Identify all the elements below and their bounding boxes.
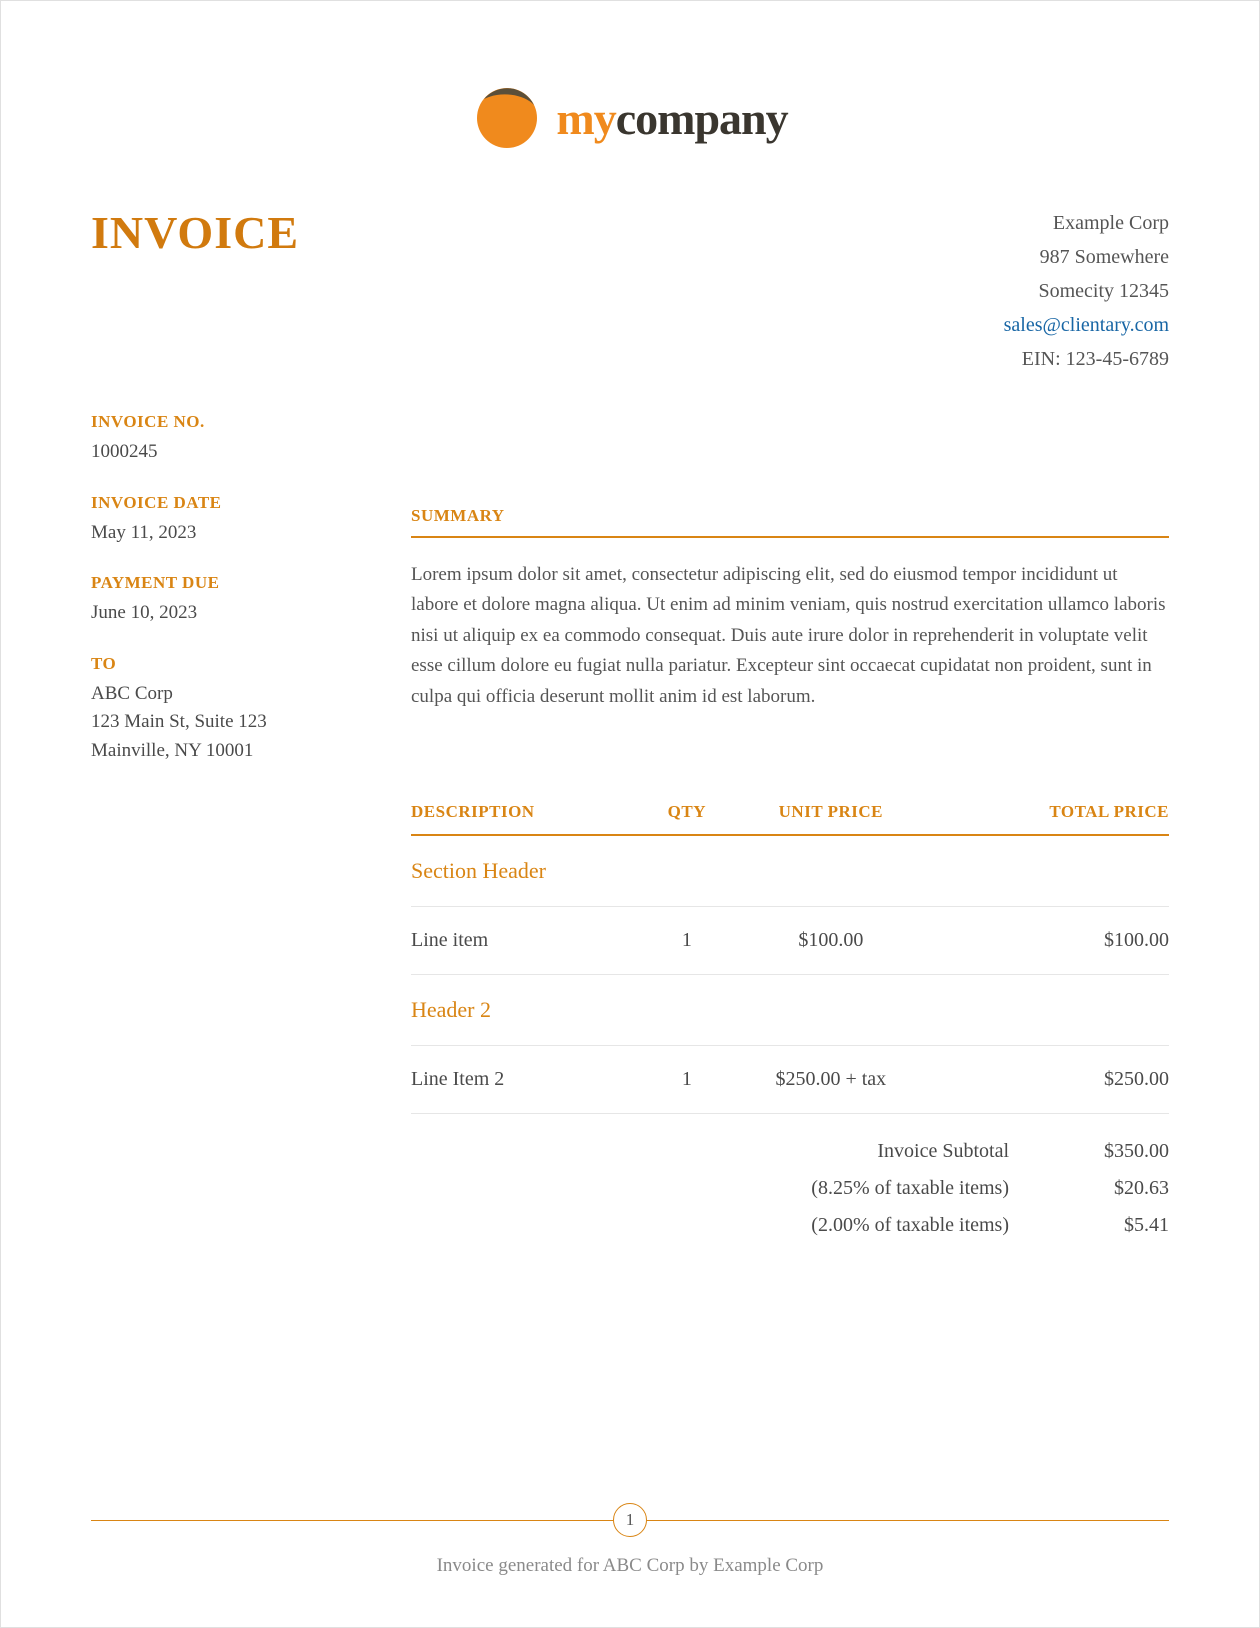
cell-unit-price: $100.00 (724, 906, 938, 974)
totals-row: (8.25% of taxable items)$20.63 (411, 1177, 1169, 1200)
meta-sidebar: INVOICE NO. 1000245 INVOICE DATE May 11,… (91, 386, 351, 1251)
totals-label: (8.25% of taxable items) (779, 1177, 1039, 1200)
table-row: Section Header (411, 835, 1169, 907)
section-header-cell: Section Header (411, 835, 1169, 907)
sender-city: Somecity 12345 (1004, 274, 1169, 308)
cell-description: Line Item 2 (411, 1045, 650, 1113)
cell-total-price: $250.00 (938, 1045, 1169, 1113)
invoice-no-value: 1000245 (91, 438, 351, 467)
footer-rule-right (646, 1520, 1169, 1521)
totals-label: Invoice Subtotal (779, 1140, 1039, 1163)
to-name: ABC Corp (91, 680, 351, 709)
sender-block: Example Corp 987 Somewhere Somecity 1234… (1004, 206, 1169, 376)
table-row: Line Item 21$250.00 + tax$250.00 (411, 1045, 1169, 1113)
document-title: INVOICE (91, 206, 299, 259)
payment-due-value: June 10, 2023 (91, 599, 351, 628)
logo-icon (472, 81, 542, 156)
col-total-price: TOTAL PRICE (938, 802, 1169, 835)
to-city: Mainville, NY 10001 (91, 737, 351, 766)
page-number: 1 (613, 1503, 647, 1537)
totals-amount: $350.00 (1039, 1140, 1169, 1163)
cell-description: Line item (411, 906, 650, 974)
logo-text-company: company (616, 93, 788, 144)
page-footer: 1 Invoice generated for ABC Corp by Exam… (91, 1503, 1169, 1577)
to-label: TO (91, 654, 351, 674)
cell-qty: 1 (650, 906, 724, 974)
logo-text-my: my (556, 93, 615, 144)
payment-due-label: PAYMENT DUE (91, 573, 351, 593)
company-logo: mycompany (472, 81, 787, 156)
invoice-date-value: May 11, 2023 (91, 519, 351, 548)
logo-area: mycompany (91, 81, 1169, 156)
invoice-date-label: INVOICE DATE (91, 493, 351, 513)
summary-heading: SUMMARY (411, 506, 1169, 538)
cell-total-price: $100.00 (938, 906, 1169, 974)
cell-qty: 1 (650, 1045, 724, 1113)
logo-text: mycompany (556, 92, 787, 145)
table-row: Line item1$100.00$100.00 (411, 906, 1169, 974)
table-row: Header 2 (411, 974, 1169, 1045)
col-unit-price: UNIT PRICE (724, 802, 938, 835)
totals-amount: $5.41 (1039, 1214, 1169, 1237)
sender-email[interactable]: sales@clientary.com (1004, 308, 1169, 342)
invoice-no-label: INVOICE NO. (91, 412, 351, 432)
line-items-table: DESCRIPTION QTY UNIT PRICE TOTAL PRICE S… (411, 802, 1169, 1114)
footer-rule-left (91, 1520, 614, 1521)
sender-street: 987 Somewhere (1004, 240, 1169, 274)
sender-ein: EIN: 123-45-6789 (1004, 342, 1169, 376)
totals-block: Invoice Subtotal$350.00(8.25% of taxable… (411, 1140, 1169, 1237)
totals-amount: $20.63 (1039, 1177, 1169, 1200)
totals-label: (2.00% of taxable items) (779, 1214, 1039, 1237)
summary-text: Lorem ipsum dolor sit amet, consectetur … (411, 560, 1169, 712)
to-street: 123 Main St, Suite 123 (91, 708, 351, 737)
col-qty: QTY (650, 802, 724, 835)
cell-unit-price: $250.00 + tax (724, 1045, 938, 1113)
section-header-cell: Header 2 (411, 974, 1169, 1045)
col-description: DESCRIPTION (411, 802, 650, 835)
sender-name: Example Corp (1004, 206, 1169, 240)
totals-row: (2.00% of taxable items)$5.41 (411, 1214, 1169, 1237)
totals-row: Invoice Subtotal$350.00 (411, 1140, 1169, 1163)
footer-text: Invoice generated for ABC Corp by Exampl… (91, 1555, 1169, 1577)
